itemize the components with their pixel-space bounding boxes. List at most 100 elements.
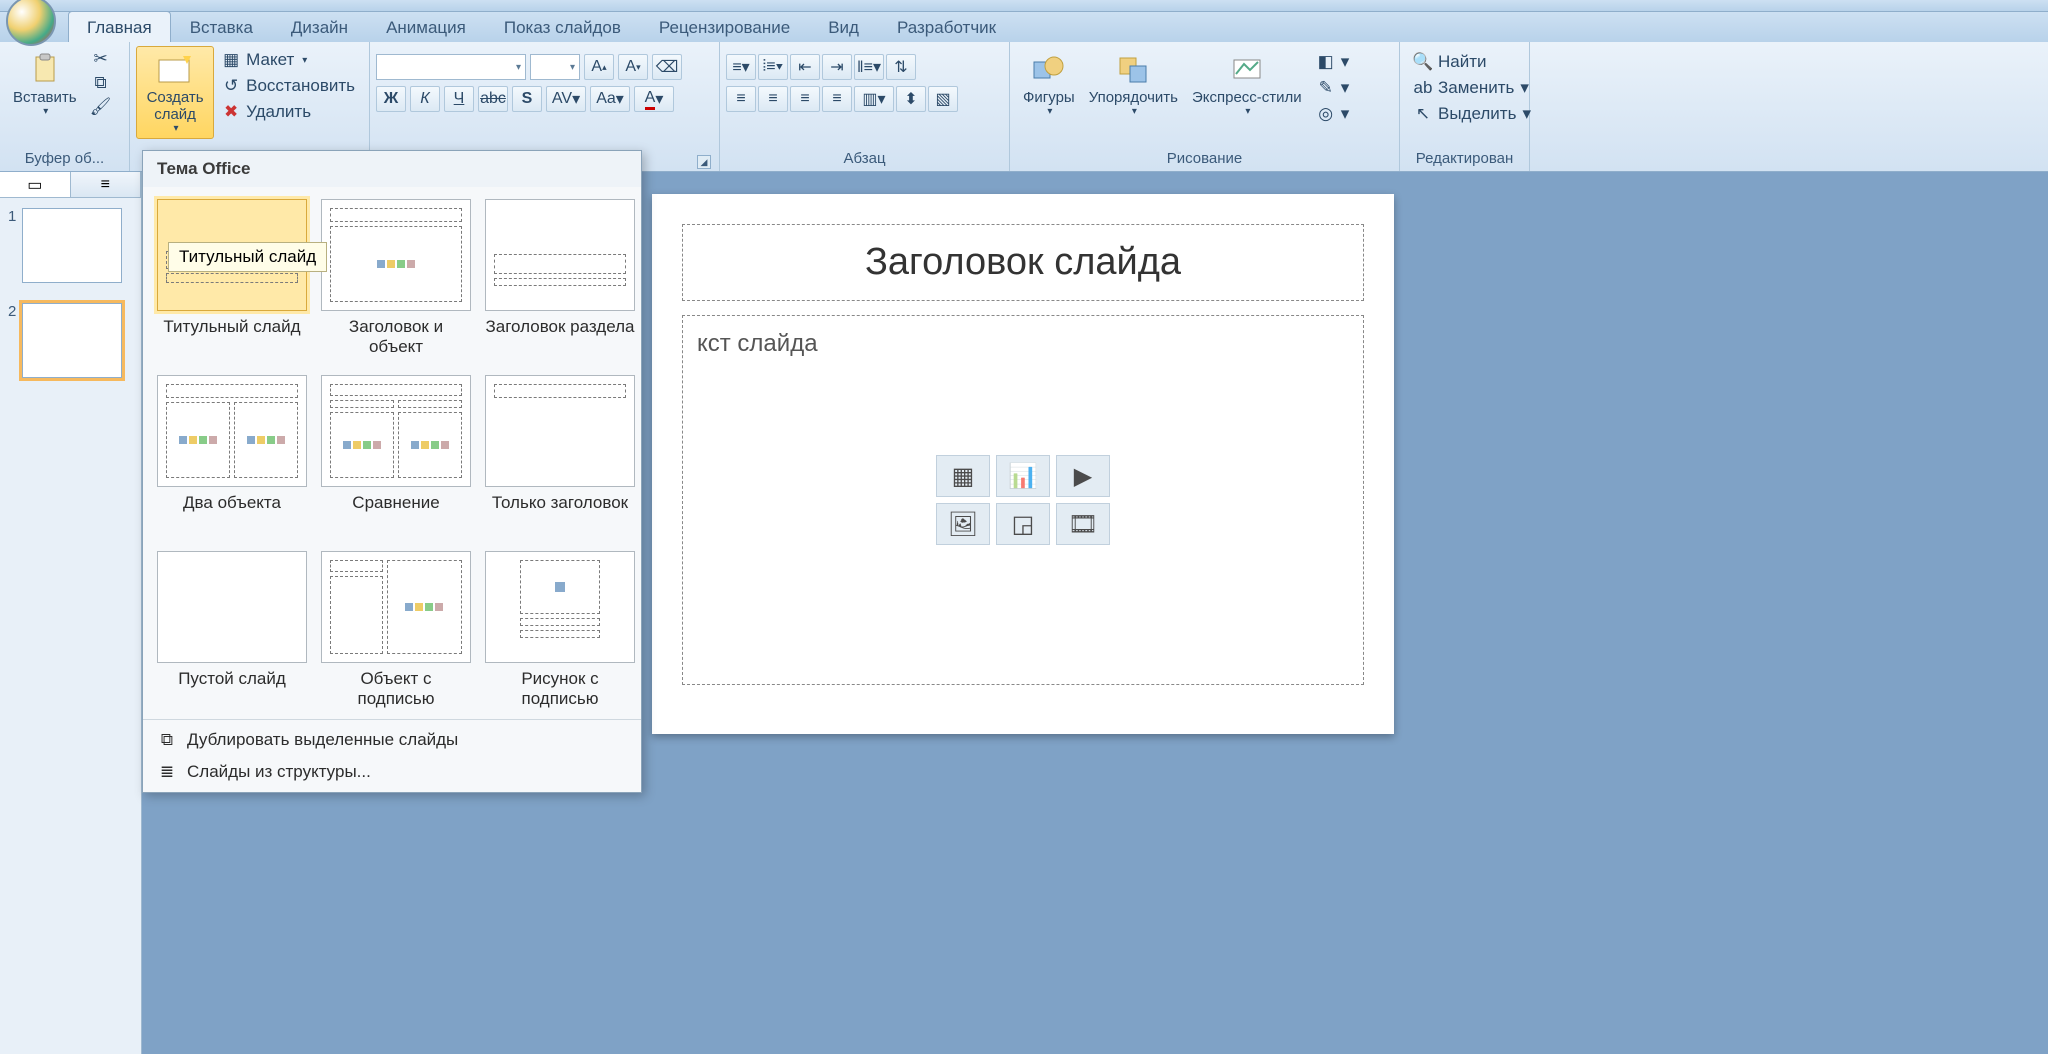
slides-from-outline-item[interactable]: ≣ Слайды из структуры... <box>143 756 641 788</box>
reset-button[interactable]: ↺Восстановить <box>216 74 361 98</box>
insert-media-icon[interactable]: 🎞 <box>1056 503 1110 545</box>
font-size-combo[interactable]: ▾ <box>530 54 580 80</box>
outline-tab[interactable]: ≡ <box>71 172 142 197</box>
shrink-font-button[interactable]: A▾ <box>618 54 648 80</box>
clipboard-icon <box>25 51 65 87</box>
replace-icon: ab <box>1414 79 1432 97</box>
layout-two-content[interactable]: Два объекта <box>157 375 307 537</box>
increase-indent-button[interactable]: ⇥ <box>822 54 852 80</box>
layout-blank[interactable]: Пустой слайд <box>157 551 307 713</box>
line-spacing-button[interactable]: ‖≡▾ <box>854 54 884 80</box>
grow-font-button[interactable]: A▴ <box>584 54 614 80</box>
group-paragraph: ≡▾ ⦙≡▾ ⇤ ⇥ ‖≡▾ ⇅ ≡ ≡ ≡ ≡ ▥▾ ⬍ ▧ Абзац <box>720 42 1010 171</box>
chevron-down-icon: ▾ <box>174 123 179 134</box>
thumb-number: 1 <box>8 208 16 225</box>
layout-title-slide[interactable]: Титульный слайд Титульный слайд <box>157 199 307 361</box>
tab-home[interactable]: Главная <box>68 11 171 42</box>
bullets-button[interactable]: ≡▾ <box>726 54 756 80</box>
new-slide-label: Создать слайд <box>143 89 207 123</box>
font-color-button[interactable]: A▾ <box>634 86 674 112</box>
italic-button[interactable]: К <box>410 86 440 112</box>
layout-comparison[interactable]: Сравнение <box>321 375 471 537</box>
layout-button[interactable]: ▦Макет▾ <box>216 48 361 72</box>
insert-chart-icon[interactable]: 📊 <box>996 455 1050 497</box>
clipboard-group-label: Буфер об... <box>6 148 123 171</box>
justify-button[interactable]: ≡ <box>822 86 852 112</box>
columns-button[interactable]: ▥▾ <box>854 86 894 112</box>
slides-tab[interactable]: ▭ <box>0 172 71 197</box>
tab-view[interactable]: Вид <box>809 11 878 42</box>
cut-button[interactable]: ✂ <box>86 48 116 70</box>
shape-fill-button[interactable]: ◧▾ <box>1311 50 1356 74</box>
tab-design[interactable]: Дизайн <box>272 11 367 42</box>
slide-thumb-2[interactable]: 2 <box>0 293 141 388</box>
clear-format-button[interactable]: ⌫ <box>652 54 682 80</box>
insert-table-icon[interactable]: ▦ <box>936 455 990 497</box>
shape-effects-button[interactable]: ◎▾ <box>1311 102 1356 126</box>
body-placeholder-text: кст слайда <box>697 330 1349 358</box>
duplicate-icon: ⧉ <box>157 730 177 750</box>
insert-clipart-icon[interactable]: ◲ <box>996 503 1050 545</box>
tab-slideshow[interactable]: Показ слайдов <box>485 11 640 42</box>
replace-label: Заменить <box>1438 78 1514 98</box>
copy-button[interactable]: ⧉ <box>86 72 116 94</box>
convert-smartart-button[interactable]: ▧ <box>928 86 958 112</box>
select-label: Выделить <box>1438 104 1516 124</box>
slide-thumb-1[interactable]: 1 <box>0 198 141 293</box>
shape-outline-button[interactable]: ✎▾ <box>1311 76 1356 100</box>
decrease-indent-button[interactable]: ⇤ <box>790 54 820 80</box>
thumb-number: 2 <box>8 303 16 320</box>
title-placeholder[interactable]: Заголовок слайда <box>682 224 1364 301</box>
layout-label: Только заголовок <box>492 493 628 537</box>
layout-picture-caption[interactable]: Рисунок с подписью <box>485 551 635 713</box>
duplicate-slides-item[interactable]: ⧉ Дублировать выделенные слайды <box>143 724 641 756</box>
layout-section-header[interactable]: Заголовок раздела <box>485 199 635 361</box>
paste-button[interactable]: Вставить ▾ <box>6 46 84 122</box>
tab-insert[interactable]: Вставка <box>171 11 272 42</box>
layout-title-only[interactable]: Только заголовок <box>485 375 635 537</box>
find-button[interactable]: 🔍Найти <box>1408 50 1537 74</box>
group-editing: 🔍Найти abЗаменить▾ ↖Выделить▾ Редактиров… <box>1400 42 1530 171</box>
quick-styles-button[interactable]: Экспресс-стили▾ <box>1185 46 1309 122</box>
delete-button[interactable]: ✖Удалить <box>216 100 361 124</box>
bold-button[interactable]: Ж <box>376 86 406 112</box>
new-slide-button[interactable]: Создать слайд▾ <box>136 46 214 139</box>
strikethrough-button[interactable]: abc <box>478 86 508 112</box>
font-family-combo[interactable]: ▾ <box>376 54 526 80</box>
shapes-button[interactable]: Фигуры▾ <box>1016 46 1082 122</box>
font-launcher[interactable]: ◢ <box>697 155 711 169</box>
tab-review[interactable]: Рецензирование <box>640 11 809 42</box>
align-center-button[interactable]: ≡ <box>758 86 788 112</box>
body-placeholder[interactable]: кст слайда ▦ 📊 ▶ 🖼 ◲ 🎞 <box>682 315 1364 685</box>
replace-button[interactable]: abЗаменить▾ <box>1408 76 1537 100</box>
text-direction-button[interactable]: ⇅ <box>886 54 916 80</box>
insert-picture-icon[interactable]: 🖼 <box>936 503 990 545</box>
insert-smartart-icon[interactable]: ▶ <box>1056 455 1110 497</box>
char-spacing-button[interactable]: AV▾ <box>546 86 586 112</box>
select-button[interactable]: ↖Выделить▾ <box>1408 102 1537 126</box>
reset-label: Восстановить <box>246 76 355 96</box>
layout-label: Сравнение <box>352 493 439 537</box>
align-left-button[interactable]: ≡ <box>726 86 756 112</box>
slide-canvas[interactable]: Заголовок слайда кст слайда ▦ 📊 ▶ 🖼 ◲ 🎞 <box>652 194 1394 734</box>
outline-tab-icon: ≡ <box>101 176 110 194</box>
change-case-button[interactable]: Aa▾ <box>590 86 630 112</box>
text-shadow-button[interactable]: S <box>512 86 542 112</box>
chevron-down-icon: ▾ <box>43 106 48 117</box>
align-right-button[interactable]: ≡ <box>790 86 820 112</box>
tab-animation[interactable]: Анимация <box>367 11 485 42</box>
layout-content-caption[interactable]: Объект с подписью <box>321 551 471 713</box>
numbering-button[interactable]: ⦙≡▾ <box>758 54 788 80</box>
delete-label: Удалить <box>246 102 311 122</box>
layout-title-content[interactable]: Заголовок и объект <box>321 199 471 361</box>
align-text-button[interactable]: ⬍ <box>896 86 926 112</box>
new-slide-icon <box>155 51 195 87</box>
arrange-button[interactable]: Упорядочить▾ <box>1082 46 1185 122</box>
tab-developer[interactable]: Разработчик <box>878 11 1015 42</box>
layout-label: Заголовок и объект <box>321 317 471 361</box>
paste-label: Вставить <box>13 89 77 106</box>
quick-styles-icon <box>1227 51 1267 87</box>
format-painter-button[interactable]: 🖌 <box>86 96 116 118</box>
binoculars-icon: 🔍 <box>1414 53 1432 71</box>
underline-button[interactable]: Ч <box>444 86 474 112</box>
